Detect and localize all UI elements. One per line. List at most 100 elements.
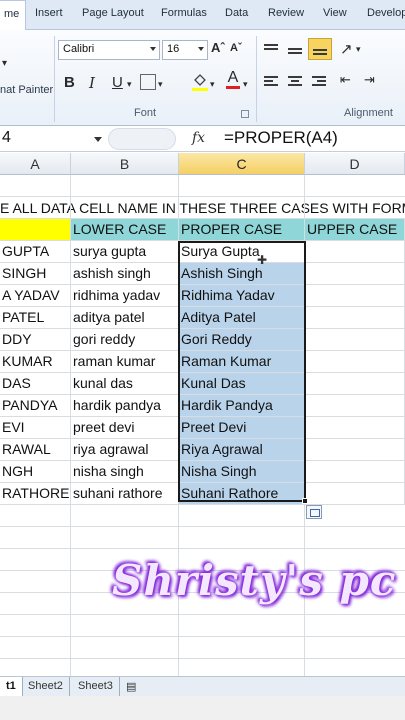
cell-upper-case[interactable] [305,263,405,285]
header-cell-a[interactable] [0,219,71,241]
tab-developer[interactable]: Develop [367,7,405,19]
increase-font-icon[interactable]: Aˆ [211,40,225,55]
cell-proper-case[interactable]: Aditya Patel [179,307,305,329]
sheet-tab-sheet1[interactable]: t1 [0,677,23,696]
header-cell-upper-case[interactable]: UPPER CASE [305,219,405,241]
font-name-select[interactable]: Calibri [58,40,160,60]
chevron-down-icon[interactable]: ▾ [243,79,248,90]
auto-fill-options-icon[interactable] [306,505,322,519]
cell-proper-case[interactable]: Kunal Das [179,373,305,395]
cell-lower-case[interactable]: suhani rathore [71,483,179,505]
cell-upper-case[interactable] [305,439,405,461]
chevron-down-icon[interactable]: ▾ [127,79,132,90]
chevron-down-icon[interactable]: ▾ [210,79,215,90]
tab-review[interactable]: Review [268,7,304,19]
bold-button[interactable]: B [64,74,75,91]
font-size-select[interactable]: 16 [162,40,208,60]
align-bottom-button[interactable] [308,38,332,60]
cell-proper-case[interactable]: Raman Kumar [179,351,305,373]
cell-name-upper[interactable]: EVI [0,417,71,439]
column-header-c[interactable]: C [179,153,305,175]
cell-upper-case[interactable] [305,351,405,373]
cell-proper-case[interactable]: Suhani Rathore [179,483,305,505]
column-header-d[interactable]: D [305,153,405,175]
increase-indent-icon[interactable]: ⇥ [364,72,375,88]
align-center-button[interactable] [286,74,304,90]
column-header-b[interactable]: B [71,153,179,175]
formula-bar-splitter[interactable] [108,128,176,150]
insert-sheet-icon[interactable]: ▤ [120,677,142,696]
cell-upper-case[interactable] [305,285,405,307]
cell-proper-case[interactable]: Riya Agrawal [179,439,305,461]
cell-proper-case[interactable]: Hardik Pandya [179,395,305,417]
cell-lower-case[interactable]: gori reddy [71,329,179,351]
cell-name-upper[interactable]: A YADAV [0,285,71,307]
cell-upper-case[interactable] [305,395,405,417]
tab-view[interactable]: View [323,7,347,19]
cell-upper-case[interactable] [305,417,405,439]
tab-page-layout[interactable]: Page Layout [82,7,144,19]
align-middle-button[interactable] [286,42,304,58]
cell-name-upper[interactable]: RAWAL [0,439,71,461]
cell-lower-case[interactable]: hardik pandya [71,395,179,417]
column-header-a[interactable]: A [0,153,71,175]
cell-upper-case[interactable] [305,461,405,483]
insert-function-icon[interactable]: fx [192,130,205,146]
sheet-tab-sheet2[interactable]: Sheet2 [22,677,70,696]
cell-upper-case[interactable] [305,483,405,505]
cell-name-upper[interactable]: SINGH [0,263,71,285]
decrease-indent-icon[interactable]: ⇤ [340,72,351,88]
align-right-button[interactable] [310,74,328,90]
cell-upper-case[interactable] [305,329,405,351]
cell-name-upper[interactable]: PATEL [0,307,71,329]
sheet-tab-sheet3[interactable]: Sheet3 [72,677,120,696]
cell-lower-case[interactable]: aditya patel [71,307,179,329]
header-cell-lower-case[interactable]: LOWER CASE [71,219,179,241]
cell-lower-case[interactable]: riya agrawal [71,439,179,461]
cell-lower-case[interactable]: kunal das [71,373,179,395]
format-painter-button[interactable]: nat Painter [0,84,53,96]
cell-proper-case[interactable]: Preet Devi [179,417,305,439]
cell-upper-case[interactable] [305,307,405,329]
cell-upper-case[interactable] [305,241,405,263]
cell-name-upper[interactable]: NGH [0,461,71,483]
orientation-icon[interactable]: ↗ [340,40,353,58]
cell-lower-case[interactable]: ridhima yadav [71,285,179,307]
formula-input[interactable]: =PROPER(A4) [224,128,338,148]
chevron-down-icon[interactable]: ▾ [2,58,7,69]
cell-name-upper[interactable]: DDY [0,329,71,351]
align-left-button[interactable] [262,74,280,90]
cell-proper-case[interactable]: Nisha Singh [179,461,305,483]
font-color-button[interactable]: A [226,70,240,89]
cell-proper-case[interactable]: Gori Reddy [179,329,305,351]
chevron-down-icon[interactable]: ▾ [356,44,361,55]
cell-proper-case[interactable]: Ashish Singh [179,263,305,285]
cell-proper-case[interactable]: Surya Gupta [179,241,305,263]
cell-name-upper[interactable]: KUMAR [0,351,71,373]
italic-button[interactable]: I [89,74,95,92]
cell-upper-case[interactable] [305,373,405,395]
cell-lower-case[interactable]: surya gupta [71,241,179,263]
align-top-button[interactable] [262,42,280,58]
fill-color-icon[interactable] [191,72,209,92]
cell-name-upper[interactable]: PANDYA [0,395,71,417]
borders-icon[interactable] [140,74,156,90]
cell-proper-case[interactable]: Ridhima Yadav [179,285,305,307]
chevron-down-icon[interactable]: ▾ [158,79,163,90]
cell-lower-case[interactable]: preet devi [71,417,179,439]
tab-data[interactable]: Data [225,7,248,19]
fill-handle[interactable] [302,498,308,504]
header-cell-proper-case[interactable]: PROPER CASE [179,219,305,241]
cell-name-upper[interactable]: GUPTA [0,241,71,263]
decrease-font-icon[interactable]: Aˇ [230,42,242,54]
name-box[interactable]: 4 [0,128,104,150]
cell-lower-case[interactable]: nisha singh [71,461,179,483]
tab-home[interactable]: me [0,0,27,31]
dialog-launcher-icon[interactable] [241,110,249,118]
cell-name-upper[interactable]: RATHORE [0,483,71,505]
tab-formulas[interactable]: Formulas [161,7,207,19]
cell-lower-case[interactable]: ashish singh [71,263,179,285]
tab-insert[interactable]: Insert [35,7,63,19]
cell-lower-case[interactable]: raman kumar [71,351,179,373]
cell-name-upper[interactable]: DAS [0,373,71,395]
